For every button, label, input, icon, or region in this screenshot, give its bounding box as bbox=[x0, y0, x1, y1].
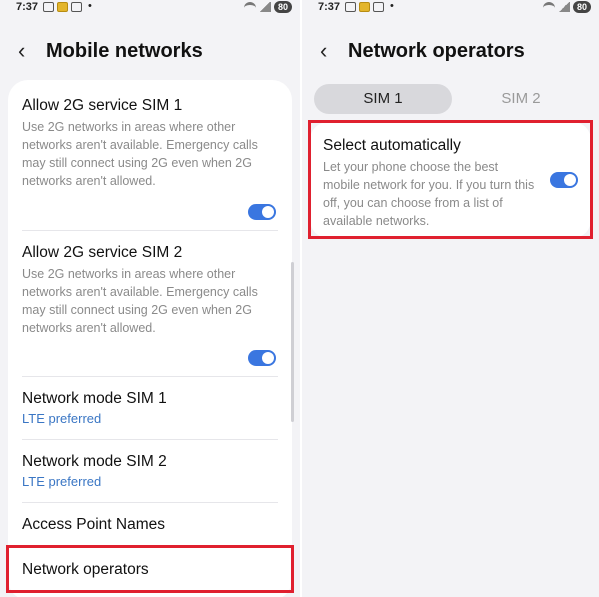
app-icon bbox=[71, 2, 82, 12]
back-icon[interactable]: ‹ bbox=[320, 38, 348, 64]
more-notifications-dot: • bbox=[88, 0, 92, 12]
tab-sim2[interactable]: SIM 2 bbox=[452, 84, 590, 114]
network-mode-sim1-item[interactable]: Network mode SIM 1 LTE preferred bbox=[22, 390, 284, 426]
scrollbar[interactable] bbox=[291, 262, 294, 422]
item-description: Use 2G networks in areas where other net… bbox=[22, 120, 258, 188]
wifi-icon bbox=[243, 2, 256, 12]
page-title: Mobile networks bbox=[46, 39, 203, 62]
allow-2g-sim2-toggle[interactable] bbox=[248, 350, 276, 366]
screenshot-icon bbox=[345, 2, 356, 12]
item-title: Network mode SIM 1 bbox=[22, 390, 167, 407]
item-description: Use 2G networks in areas where other net… bbox=[22, 267, 258, 335]
notification-icon bbox=[57, 2, 68, 12]
sim-tabs: SIM 1 SIM 2 bbox=[314, 84, 590, 114]
wifi-icon bbox=[542, 2, 555, 12]
back-icon[interactable]: ‹ bbox=[18, 38, 46, 64]
status-bar: 7:37 • 80 bbox=[0, 0, 300, 16]
status-time: 7:37 bbox=[318, 1, 341, 13]
battery-icon: 80 bbox=[273, 1, 292, 13]
status-time: 7:37 bbox=[16, 1, 39, 13]
header: ‹ Mobile networks bbox=[18, 38, 203, 64]
signal-icon bbox=[258, 2, 271, 12]
allow-2g-sim1-toggle[interactable] bbox=[248, 204, 276, 220]
mobile-networks-screen: 7:37 • 80 ‹ Mobile networks Allow 2G ser… bbox=[0, 0, 300, 597]
status-bar: 7:37 • 80 bbox=[302, 0, 599, 16]
app-icon bbox=[373, 2, 384, 12]
network-mode-sim2-item[interactable]: Network mode SIM 2 LTE preferred bbox=[22, 453, 284, 489]
item-subtitle: LTE preferred bbox=[22, 474, 102, 489]
highlight-box bbox=[308, 120, 593, 239]
access-point-names-item[interactable]: Access Point Names bbox=[22, 516, 284, 534]
more-notifications-dot: • bbox=[390, 0, 394, 12]
header: ‹ Network operators bbox=[320, 38, 525, 64]
tab-sim1[interactable]: SIM 1 bbox=[314, 84, 452, 114]
item-title: Allow 2G service SIM 2 bbox=[22, 244, 183, 261]
item-title: Allow 2G service SIM 1 bbox=[22, 97, 183, 114]
screenshot-icon bbox=[43, 2, 54, 12]
allow-2g-sim2-item[interactable]: Allow 2G service SIM 2 Use 2G networks i… bbox=[22, 244, 284, 337]
settings-list: Allow 2G service SIM 1 Use 2G networks i… bbox=[8, 80, 292, 597]
item-title: Access Point Names bbox=[22, 516, 165, 533]
notification-icon bbox=[359, 2, 370, 12]
item-title: Network mode SIM 2 bbox=[22, 453, 167, 470]
item-subtitle: LTE preferred bbox=[22, 411, 102, 426]
highlight-box bbox=[6, 545, 294, 593]
signal-icon bbox=[557, 2, 570, 12]
page-title: Network operators bbox=[348, 39, 525, 62]
battery-icon: 80 bbox=[572, 1, 591, 13]
network-operators-screen: 7:37 • 80 ‹ Network operators SIM 1 SIM … bbox=[302, 0, 599, 597]
allow-2g-sim1-item[interactable]: Allow 2G service SIM 1 Use 2G networks i… bbox=[22, 97, 284, 190]
